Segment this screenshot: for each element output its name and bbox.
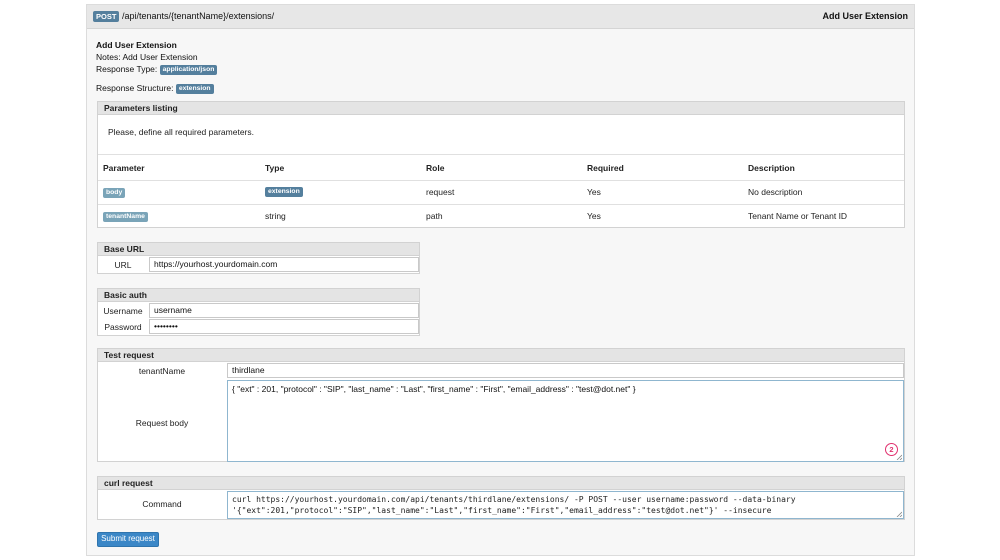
param-role: request	[426, 187, 455, 197]
table-row: body	[103, 186, 126, 198]
username-input[interactable]: username	[149, 303, 419, 318]
response-type: Response Type: application/json	[96, 64, 218, 75]
endpoint-path: /api/tenants/{tenantName}/extensions/	[122, 11, 275, 21]
column-header-parameter: Parameter	[103, 163, 145, 173]
request-body-label: Request body	[135, 418, 189, 428]
tenant-name-label: tenantName	[138, 366, 186, 376]
param-type-badge[interactable]: extension	[265, 186, 303, 197]
endpoint-title: Add User Extension	[822, 11, 908, 21]
summary-heading: Add User Extension	[96, 40, 177, 50]
column-header-description: Description	[748, 163, 795, 173]
parameters-hint: Please, define all required parameters.	[108, 127, 254, 137]
request-body-textarea[interactable]: { "ext" : 201, "protocol" : "SIP", "last…	[227, 380, 904, 462]
command-textarea[interactable]: curl https://yourhost.yourdomain.com/api…	[227, 491, 904, 519]
username-label: Username	[103, 306, 143, 316]
param-name-badge[interactable]: body	[103, 188, 126, 198]
response-structure: Response Structure: extension	[96, 83, 214, 94]
parameters-title: Parameters listing	[98, 102, 904, 115]
param-description: No description	[748, 187, 803, 197]
table-row: tenantName	[103, 210, 148, 222]
response-structure-badge[interactable]: extension	[175, 83, 214, 94]
summary-notes: Notes: Add User Extension	[96, 52, 198, 62]
basic-auth-title: Basic auth	[98, 289, 419, 302]
response-structure-label: Response Structure:	[96, 83, 174, 93]
base-url-box: Base URL URL https://yourhost.yourdomain…	[97, 242, 420, 274]
command-line-2: '{"ext":201,"protocol":"SIP","last_name"…	[232, 506, 772, 515]
command-label: Command	[142, 499, 182, 509]
resize-handle-icon[interactable]	[896, 511, 902, 517]
test-request-box: Test request tenantName thirdlane Reques…	[97, 348, 905, 462]
password-input[interactable]: ••••••••	[149, 319, 419, 334]
param-role: path	[426, 211, 443, 221]
curl-request-box: curl request Command curl https://yourho…	[97, 476, 905, 520]
column-header-role: Role	[426, 163, 445, 173]
url-label: URL	[114, 260, 132, 270]
param-name-badge[interactable]: tenantName	[103, 212, 148, 222]
param-required: Yes	[587, 211, 601, 221]
password-label: Password	[104, 322, 142, 332]
response-type-badge: application/json	[159, 64, 218, 75]
param-required: Yes	[587, 187, 601, 197]
column-header-type: Type	[265, 163, 285, 173]
url-input[interactable]: https://yourhost.yourdomain.com	[149, 257, 419, 272]
method-badge: POST	[93, 11, 120, 22]
test-request-title: Test request	[98, 349, 904, 362]
base-url-title: Base URL	[98, 243, 419, 256]
tenant-name-input[interactable]: thirdlane	[227, 363, 904, 378]
command-line-1: curl https://yourhost.yourdomain.com/api…	[232, 495, 796, 504]
endpoint-header[interactable]: POST /api/tenants/{tenantName}/extension…	[87, 5, 914, 29]
param-description: Tenant Name or Tenant ID	[748, 211, 848, 221]
column-header-required: Required	[587, 163, 624, 173]
submit-request-button[interactable]: Submit request	[97, 532, 159, 547]
basic-auth-box: Basic auth Username username Password ••…	[97, 288, 420, 336]
parameters-box: Parameters listing Please, define all re…	[97, 101, 905, 228]
response-type-label: Response Type:	[96, 64, 158, 74]
param-type: string	[265, 211, 286, 221]
curl-request-title: curl request	[98, 477, 904, 490]
endpoint-panel: POST /api/tenants/{tenantName}/extension…	[86, 4, 915, 556]
resize-handle-icon[interactable]	[896, 454, 902, 460]
